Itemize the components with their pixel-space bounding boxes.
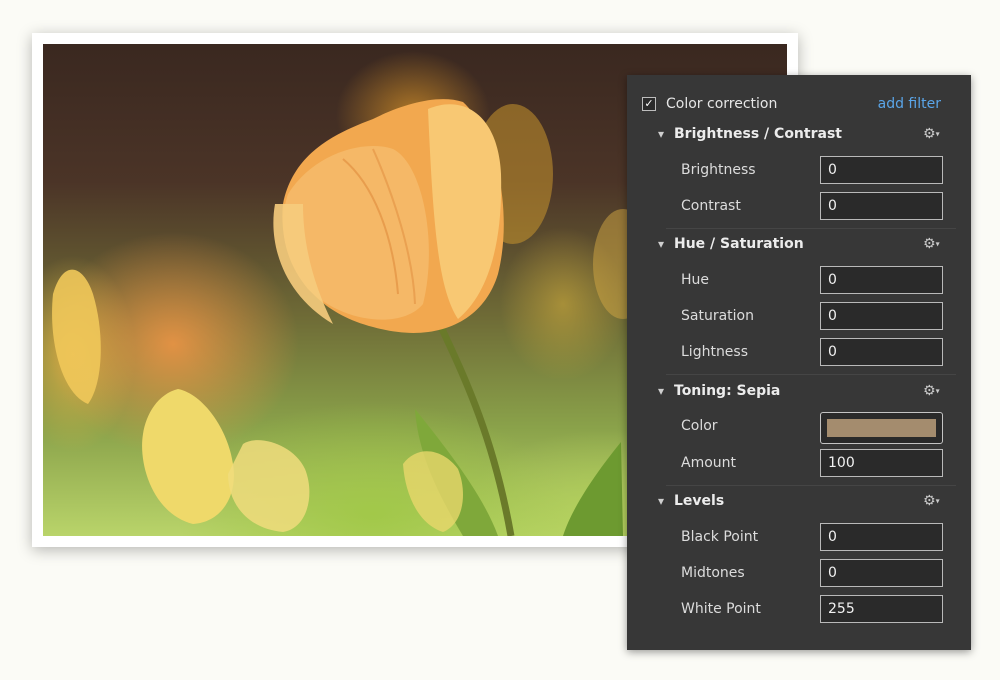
brightness-field[interactable]: 0 — [820, 156, 943, 184]
divider — [666, 228, 956, 229]
chevron-down-icon[interactable]: ▾ — [658, 237, 664, 251]
amount-label: Amount — [681, 455, 737, 471]
panel-title: Color correction — [666, 96, 778, 112]
color-swatch — [827, 419, 936, 437]
gear-icon[interactable]: ⚙▾ — [923, 126, 940, 142]
color-label: Color — [681, 418, 718, 434]
gear-icon[interactable]: ⚙▾ — [923, 236, 940, 252]
brightness-label: Brightness — [681, 162, 756, 178]
midtones-label: Midtones — [681, 565, 745, 581]
row-color: Color — [627, 412, 971, 444]
section-title: Hue / Saturation — [674, 236, 804, 252]
saturation-label: Saturation — [681, 308, 754, 324]
hue-label: Hue — [681, 272, 710, 288]
color-correction-checkbox[interactable]: ✓ — [642, 97, 656, 111]
panel-header: ✓ Color correction add filter — [627, 75, 971, 112]
section-header[interactable]: ▾ Hue / Saturation ⚙▾ — [627, 233, 971, 259]
add-filter-link[interactable]: add filter — [878, 96, 941, 112]
color-picker[interactable] — [820, 412, 943, 444]
contrast-label: Contrast — [681, 198, 741, 214]
lightness-field[interactable]: 0 — [820, 338, 943, 366]
chevron-down-icon[interactable]: ▾ — [658, 494, 664, 508]
white-point-field[interactable]: 255 — [820, 595, 943, 623]
chevron-down-icon[interactable]: ▾ — [658, 384, 664, 398]
row-brightness: Brightness 0 — [627, 156, 971, 184]
row-saturation: Saturation 0 — [627, 302, 971, 330]
hue-field[interactable]: 0 — [820, 266, 943, 294]
divider — [666, 374, 956, 375]
row-midtones: Midtones 0 — [627, 559, 971, 587]
black-point-label: Black Point — [681, 529, 759, 545]
contrast-field[interactable]: 0 — [820, 192, 943, 220]
section-title: Levels — [674, 493, 725, 509]
black-point-field[interactable]: 0 — [820, 523, 943, 551]
section-title: Brightness / Contrast — [674, 126, 842, 142]
amount-field[interactable]: 100 — [820, 449, 943, 477]
gear-icon[interactable]: ⚙▾ — [923, 493, 940, 509]
white-point-label: White Point — [681, 601, 761, 617]
divider — [666, 485, 956, 486]
section-header[interactable]: ▾ Brightness / Contrast ⚙▾ — [627, 123, 971, 149]
row-contrast: Contrast 0 — [627, 192, 971, 220]
row-white-point: White Point 255 — [627, 595, 971, 623]
check-icon: ✓ — [644, 97, 654, 110]
section-title: Toning: Sepia — [674, 383, 781, 399]
saturation-field[interactable]: 0 — [820, 302, 943, 330]
section-header[interactable]: ▾ Toning: Sepia ⚙▾ — [627, 380, 971, 406]
chevron-down-icon[interactable]: ▾ — [658, 127, 664, 141]
row-lightness: Lightness 0 — [627, 338, 971, 366]
midtones-field[interactable]: 0 — [820, 559, 943, 587]
gear-icon[interactable]: ⚙▾ — [923, 383, 940, 399]
lightness-label: Lightness — [681, 344, 749, 360]
row-black-point: Black Point 0 — [627, 523, 971, 551]
filters-panel: ✓ Color correction add filter ▾ Brightne… — [627, 75, 971, 650]
row-hue: Hue 0 — [627, 266, 971, 294]
section-header[interactable]: ▾ Levels ⚙▾ — [627, 490, 971, 516]
row-amount: Amount 100 — [627, 449, 971, 477]
